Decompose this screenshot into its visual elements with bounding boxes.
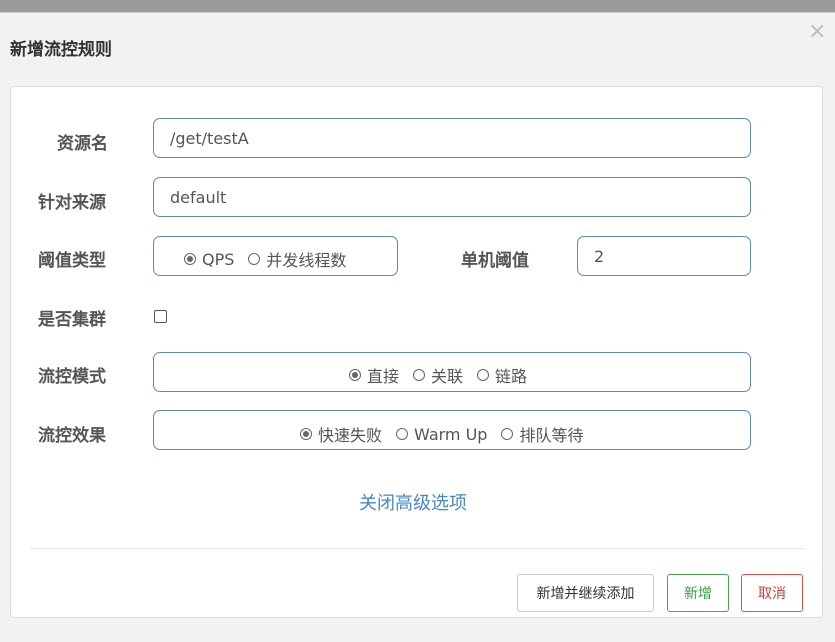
control-effect-option-warm-up[interactable]: Warm Up — [396, 425, 487, 444]
radio-unselected-icon — [501, 428, 514, 440]
control-effect-option-label: 排队等待 — [519, 426, 584, 445]
control-mode-option-label: 关联 — [431, 367, 464, 386]
control-effect-option-fast-fail[interactable]: 快速失败 — [300, 422, 382, 446]
threshold-type-option-label: 并发线程数 — [266, 251, 347, 270]
control-effect-options: 快速失败 Warm Up 排队等待 — [300, 422, 583, 446]
radio-unselected-icon — [396, 428, 409, 440]
advanced-options-toggle[interactable]: 关闭高级选项 — [359, 489, 467, 515]
radio-unselected-icon — [477, 369, 490, 381]
limit-app-input[interactable] — [153, 177, 751, 217]
threshold-type-option-thread[interactable]: 并发线程数 — [248, 247, 346, 271]
control-mode-options: 直接 关联 链路 — [349, 363, 527, 387]
footer-divider — [31, 548, 803, 549]
dialog-title: 新增流控规则 — [10, 40, 112, 60]
single-threshold-label: 单机阈值 — [461, 251, 529, 271]
radio-unselected-icon — [248, 253, 261, 265]
close-icon[interactable]: × — [808, 19, 826, 45]
control-effect-label: 流控效果 — [38, 426, 106, 446]
control-mode-option-label: 链路 — [495, 367, 528, 386]
radio-selected-icon — [349, 369, 361, 381]
control-effect-option-label: Warm Up — [414, 424, 488, 444]
flow-rule-dialog: 新增流控规则 × 资源名 针对来源 阈值类型 QPS 并发线程数 单机阈值 是否… — [0, 12, 835, 642]
background-overlay-strip — [0, 0, 835, 12]
control-effect-option-label: 快速失败 — [318, 426, 383, 445]
radio-selected-icon — [184, 253, 196, 265]
control-mode-option-relate[interactable]: 关联 — [413, 363, 463, 387]
threshold-type-options: QPS 并发线程数 — [184, 247, 346, 271]
resource-name-label: 资源名 — [57, 134, 108, 154]
cluster-checkbox[interactable] — [154, 310, 167, 323]
control-effect-option-queue[interactable]: 排队等待 — [501, 422, 583, 446]
threshold-type-option-label: QPS — [202, 249, 235, 269]
add-button[interactable]: 新增 — [667, 574, 729, 612]
threshold-type-label: 阈值类型 — [38, 251, 106, 271]
cluster-label: 是否集群 — [38, 310, 106, 330]
resource-name-input[interactable] — [153, 118, 751, 158]
form-panel: 资源名 针对来源 阈值类型 QPS 并发线程数 单机阈值 是否集群 流控模式 — [10, 86, 823, 618]
threshold-type-option-qps[interactable]: QPS — [184, 250, 234, 269]
cancel-button[interactable]: 取消 — [741, 574, 803, 612]
control-mode-label: 流控模式 — [38, 367, 106, 387]
single-threshold-input[interactable] — [577, 236, 751, 276]
add-and-continue-button[interactable]: 新增并继续添加 — [517, 574, 654, 612]
limit-app-label: 针对来源 — [38, 193, 106, 213]
control-mode-option-label: 直接 — [367, 367, 400, 386]
control-mode-option-chain[interactable]: 链路 — [477, 363, 527, 387]
control-mode-option-direct[interactable]: 直接 — [349, 363, 399, 387]
radio-selected-icon — [300, 428, 312, 440]
radio-unselected-icon — [413, 369, 426, 381]
